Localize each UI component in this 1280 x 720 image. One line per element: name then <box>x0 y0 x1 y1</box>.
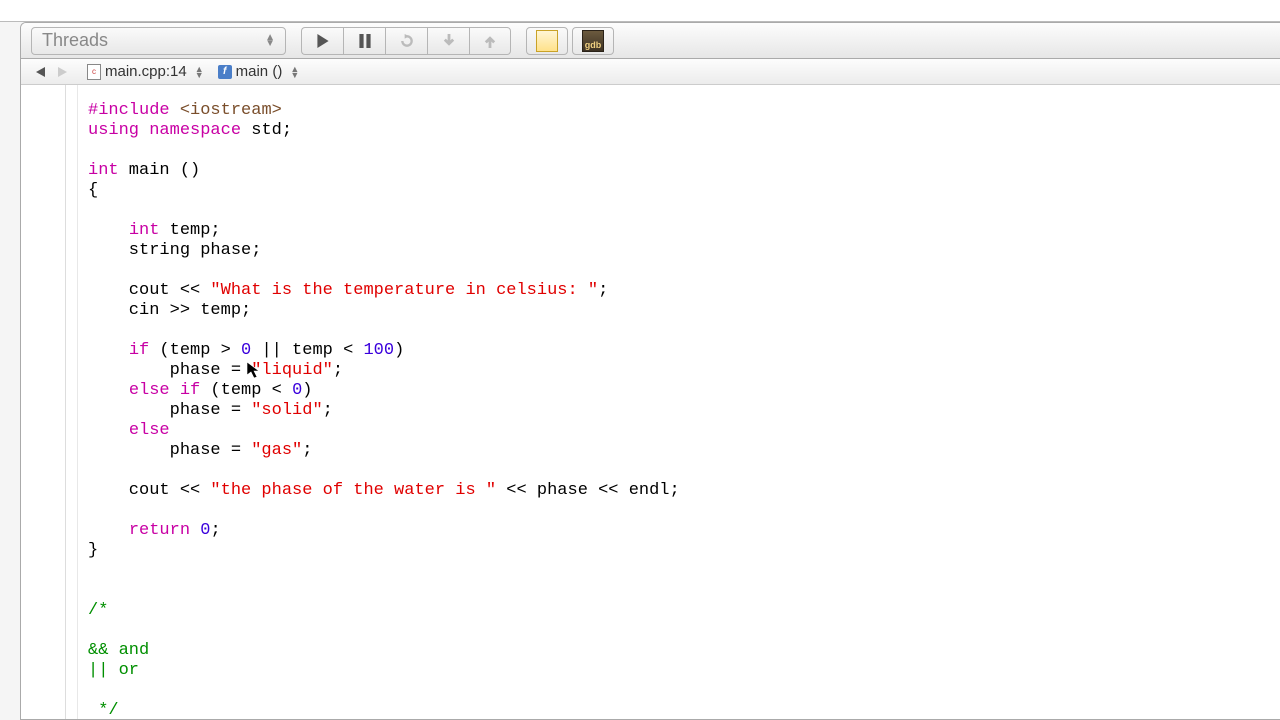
breakpoints-button[interactable] <box>526 27 568 55</box>
pause-button[interactable] <box>343 27 385 55</box>
window-chrome-top <box>0 0 1280 22</box>
extra-button-group: gdb <box>526 27 614 55</box>
function-label: main () <box>236 63 283 80</box>
stepper-icon: ▲▼ <box>290 66 299 78</box>
mouse-cursor-icon <box>226 341 242 359</box>
code-editor[interactable]: #include <iostream> using namespace std;… <box>78 85 1280 719</box>
gdb-console-button[interactable]: gdb <box>572 27 614 55</box>
debug-button-group <box>301 27 511 55</box>
nav-forward-button[interactable] <box>51 67 73 77</box>
step-out-icon <box>483 34 497 48</box>
function-breadcrumb[interactable]: f main () ▲▼ <box>218 63 300 80</box>
breadcrumb-bar: c main.cpp:14 ▲▼ f main () ▲▼ <box>21 59 1280 85</box>
step-over-button[interactable] <box>427 27 469 55</box>
pause-icon <box>358 34 372 48</box>
sheet-icon <box>536 30 558 52</box>
threads-dropdown[interactable]: Threads ▲▼ <box>31 27 286 55</box>
continue-button[interactable] <box>301 27 343 55</box>
editor-panel: Threads ▲▼ gdb <box>20 22 1280 720</box>
play-icon <box>316 34 330 48</box>
editor-area: #include <iostream> using namespace std;… <box>21 85 1280 719</box>
file-breadcrumb[interactable]: c main.cpp:14 ▲▼ <box>87 63 204 80</box>
function-icon: f <box>218 65 232 79</box>
step-over-icon <box>442 34 456 48</box>
restart-button[interactable] <box>385 27 427 55</box>
step-out-button[interactable] <box>469 27 511 55</box>
stepper-icon: ▲▼ <box>195 66 204 78</box>
gdb-icon: gdb <box>582 30 604 52</box>
cpp-file-icon: c <box>87 64 101 80</box>
threads-label: Threads <box>42 30 108 51</box>
nav-back-button[interactable] <box>29 67 51 77</box>
dropdown-stepper-icon: ▲▼ <box>265 35 275 47</box>
fold-margin[interactable] <box>66 85 78 719</box>
line-gutter[interactable] <box>21 85 66 719</box>
restart-icon <box>400 34 414 48</box>
triangle-right-icon <box>58 67 67 77</box>
triangle-left-icon <box>36 67 45 77</box>
file-label: main.cpp:14 <box>105 63 187 80</box>
debug-toolbar: Threads ▲▼ gdb <box>21 23 1280 59</box>
